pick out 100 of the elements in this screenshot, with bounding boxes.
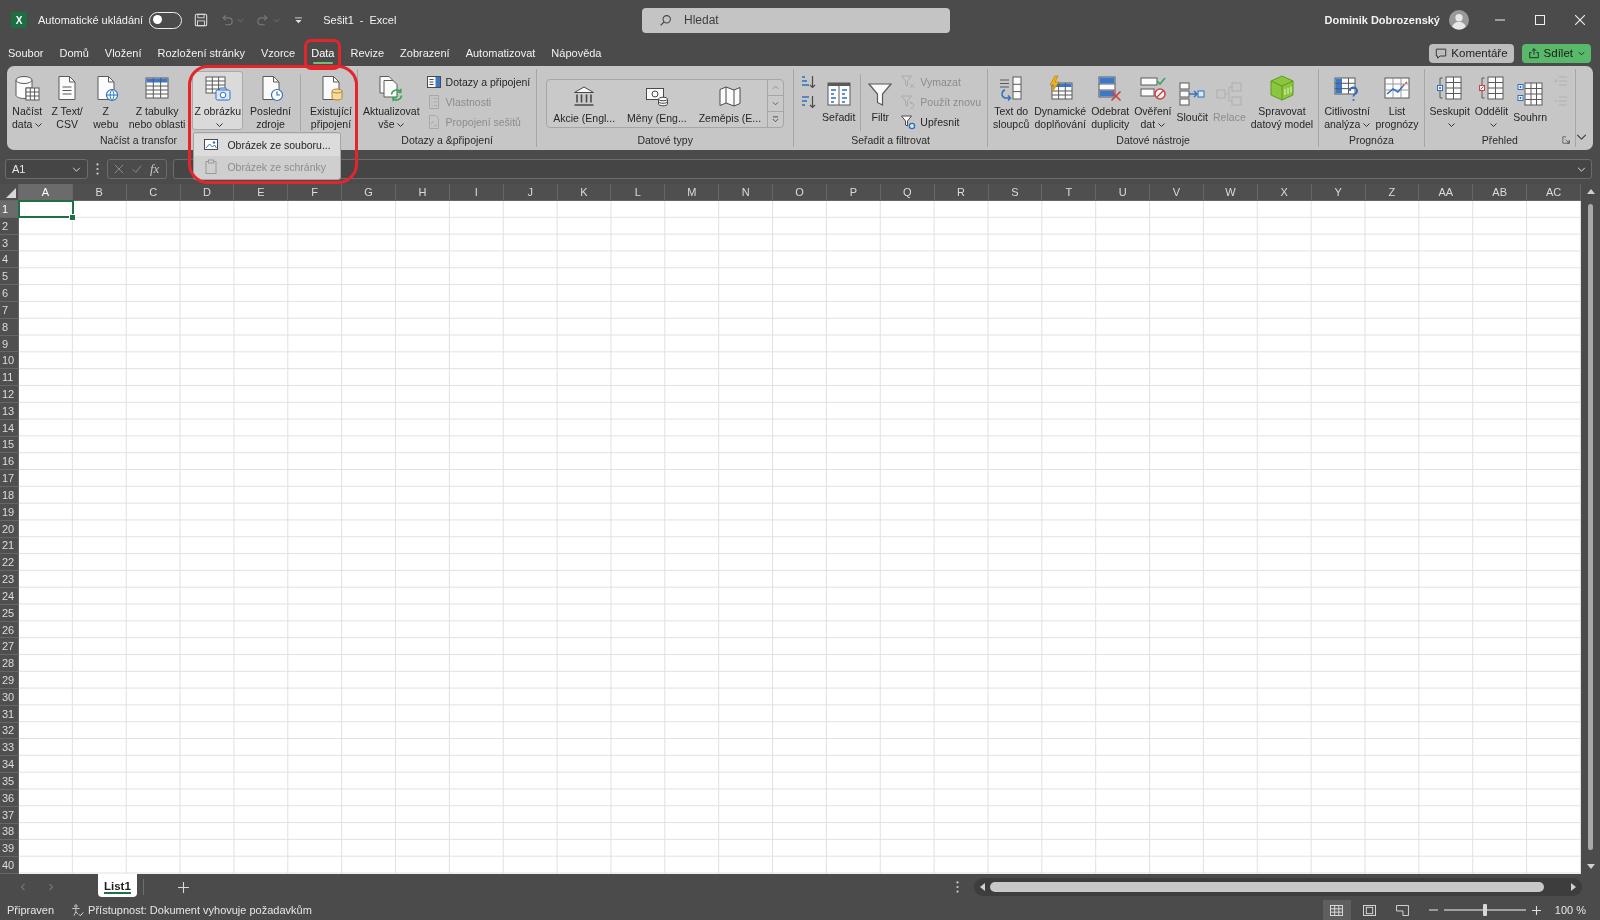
column-header[interactable]: T (1042, 184, 1097, 200)
ribbon-button[interactable]: Z Text/ CSV (49, 71, 85, 130)
column-header[interactable]: AC (1527, 184, 1581, 200)
column-header[interactable]: A (19, 184, 73, 200)
share-button[interactable]: Sdílet (1521, 43, 1591, 63)
column-header[interactable]: S (988, 184, 1043, 200)
chevron-down-icon[interactable] (1576, 134, 1587, 140)
column-header[interactable]: Y (1311, 184, 1366, 200)
maximize-icon[interactable] (1535, 15, 1545, 25)
avatar-icon[interactable] (1449, 10, 1469, 30)
insert-function-button[interactable]: fx (150, 162, 160, 176)
ribbon-tab[interactable]: Soubor (0, 42, 52, 64)
search-field[interactable]: Hledat (642, 7, 950, 33)
ribbon-button[interactable]: Sloučit (1174, 71, 1211, 130)
vertical-dots-icon[interactable] (96, 163, 99, 175)
ribbon-button[interactable]: Seskupit (1427, 71, 1472, 130)
ribbon-tab[interactable]: Rozložení stránky (149, 42, 253, 64)
column-header[interactable]: E (234, 184, 289, 200)
sort-descending-icon[interactable] (800, 94, 817, 110)
plus-icon[interactable] (177, 881, 189, 893)
ribbon-button[interactable]: Z webu (89, 71, 122, 130)
ribbon-button[interactable]: Ověření dat (1132, 71, 1174, 130)
formula-input[interactable] (173, 159, 1592, 179)
column-header[interactable]: M (665, 184, 720, 200)
column-header[interactable]: B (72, 184, 127, 200)
accessibility-status[interactable]: Přístupnost: Dokument vyhovuje požadavkům (71, 903, 312, 917)
scroll-left-icon[interactable] (980, 883, 985, 891)
close-icon[interactable] (1575, 15, 1585, 25)
scroll-down-icon[interactable] (1586, 864, 1595, 869)
ribbon-button[interactable]: Spravovat datový model (1248, 71, 1316, 130)
sort-ascending-icon[interactable] (800, 74, 817, 90)
gallery-item[interactable]: Zeměpis (E... (692, 80, 768, 127)
gallery-item[interactable]: Akcie (Engl... (547, 80, 622, 127)
column-header[interactable]: K (557, 184, 612, 200)
ribbon-button[interactable]: Poslední zdroje (248, 71, 293, 130)
ribbon-tab[interactable]: Zobrazení (392, 42, 458, 64)
dialog-launcher-icon[interactable] (1562, 136, 1570, 144)
ribbon-button[interactable]: Dynamické doplňování (1032, 71, 1089, 130)
column-header[interactable]: I (449, 184, 504, 200)
scrollbar-thumb[interactable] (990, 882, 1544, 892)
row-header[interactable]: 1 (0, 201, 19, 218)
scroll-right-icon[interactable] (1571, 883, 1576, 891)
select-all-button[interactable] (0, 184, 19, 201)
scrollbar-thumb[interactable] (1588, 204, 1593, 850)
column-header[interactable]: N (719, 184, 774, 200)
ribbon-button[interactable]: Aktualizovat vše (361, 71, 422, 130)
ribbon-button[interactable]: Načíst data (10, 71, 45, 130)
ribbon-small-button[interactable]: Upřesnit (897, 112, 985, 132)
ribbon-button[interactable]: List prognózy (1373, 71, 1421, 130)
column-header[interactable]: H (396, 184, 450, 200)
expand-gallery-icon[interactable] (772, 116, 780, 123)
column-header[interactable]: U (1096, 184, 1151, 200)
zoom-slider-thumb[interactable] (1482, 904, 1487, 916)
ribbon-tab[interactable]: Vložení (96, 42, 150, 64)
column-header[interactable]: C (126, 184, 181, 200)
ribbon-button[interactable]: Oddělit (1472, 71, 1511, 130)
ribbon-button[interactable]: Z obrázku (192, 71, 244, 130)
column-header[interactable]: Q (880, 184, 935, 200)
check-icon[interactable] (132, 164, 142, 174)
ribbon-tab[interactable]: Automatizovat (457, 42, 544, 64)
name-box[interactable]: A1 (5, 159, 88, 179)
column-header[interactable]: P (826, 184, 881, 200)
sheet-tab[interactable]: List1 (98, 874, 137, 897)
ribbon-tab[interactable]: Nápověda (543, 42, 610, 64)
column-header[interactable]: AA (1419, 184, 1474, 200)
ribbon-tab[interactable]: Data (303, 42, 343, 64)
column-header[interactable]: F (288, 184, 343, 200)
cancel-icon[interactable] (114, 164, 124, 174)
customize-toolbar-icon[interactable] (294, 16, 304, 24)
column-header[interactable]: G (342, 184, 397, 200)
ribbon-tab[interactable]: Vzorce (252, 42, 304, 64)
ribbon-button[interactable]: Filtr (864, 71, 897, 130)
column-header[interactable]: J (503, 184, 558, 200)
ribbon-button[interactable]: Citlivostní analýza (1322, 71, 1373, 130)
view-button[interactable] (1322, 900, 1351, 920)
column-header[interactable]: W (1203, 184, 1258, 200)
ribbon-small-button[interactable]: Dotazy a připojení (422, 72, 534, 92)
ribbon-button[interactable]: Odebrat duplicity (1089, 71, 1132, 130)
ribbon-button[interactable]: Seřadit (820, 71, 858, 130)
vertical-dots-icon[interactable] (956, 881, 959, 893)
ribbon-tab[interactable]: Revize (342, 42, 393, 64)
minus-icon[interactable] (1428, 909, 1438, 911)
save-icon[interactable] (194, 13, 209, 27)
ribbon-tab[interactable]: Domů (51, 42, 97, 64)
scroll-up-icon[interactable] (1586, 189, 1595, 194)
selected-cell[interactable] (18, 200, 74, 218)
menu-item[interactable]: Obrázek ze souboru... (194, 134, 341, 156)
column-header[interactable]: D (180, 184, 235, 200)
column-header[interactable]: O (773, 184, 827, 200)
gallery-item[interactable]: Měny (Eng... (621, 80, 693, 127)
column-header[interactable]: V (1150, 184, 1204, 200)
column-header[interactable]: Z (1365, 184, 1420, 200)
ribbon-button[interactable]: Souhrn (1511, 71, 1549, 130)
fill-handle[interactable] (68, 213, 76, 221)
ribbon-button[interactable]: Text do sloupců (991, 71, 1032, 130)
column-header[interactable]: X (1257, 184, 1312, 200)
column-header[interactable]: L (611, 184, 666, 200)
plus-icon[interactable] (1531, 905, 1541, 915)
ribbon-button[interactable]: Z tabulky nebo oblasti (126, 71, 188, 130)
cell-grid[interactable] (19, 201, 1581, 874)
